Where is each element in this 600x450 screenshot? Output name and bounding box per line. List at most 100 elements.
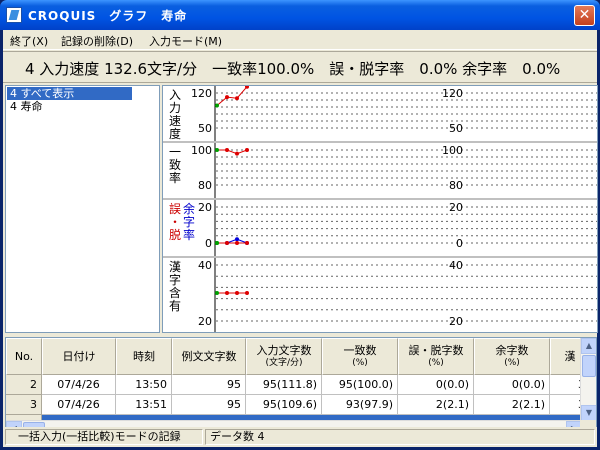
axis-label-char: 率 bbox=[169, 170, 181, 185]
menu-bar: 終了(X) 記録の削除(D) 入力モード(M) bbox=[3, 30, 597, 50]
axis-label-char: 有 bbox=[169, 299, 181, 313]
title-bar[interactable]: CROQUIS グラフ 寿命 ✕ bbox=[0, 0, 600, 30]
y-tick-label-right: 120 bbox=[442, 87, 463, 100]
axis-label-char: 字 bbox=[169, 272, 181, 287]
y-tick-label-right: 0 bbox=[456, 237, 463, 250]
col-header[interactable]: 入力文字数 (文字/分) bbox=[246, 338, 322, 375]
col-header-label: 入力文字数 bbox=[256, 343, 312, 357]
vertical-scrollbar[interactable]: ▲ ▼ bbox=[580, 338, 596, 421]
data-point bbox=[225, 148, 229, 152]
axis-label-char: ・ bbox=[169, 215, 181, 229]
col-header[interactable]: 一致数 (%) bbox=[322, 338, 398, 375]
col-header-label: 時刻 bbox=[133, 349, 155, 363]
graphs-svg: 1205012050入力速度1008010080一致率200200誤・脱余字率4… bbox=[163, 86, 597, 332]
y-tick-label: 120 bbox=[191, 87, 212, 100]
col-header-sub: (%) bbox=[352, 357, 368, 368]
col-header[interactable]: 誤・脱字数 (%) bbox=[398, 338, 474, 375]
data-point bbox=[225, 241, 229, 245]
cell-input: 95(109.6) bbox=[246, 395, 322, 415]
data-point bbox=[235, 237, 239, 242]
series-line bbox=[217, 238, 248, 244]
list-item-all[interactable]: 4 すべて表示 bbox=[7, 87, 132, 100]
data-point bbox=[235, 96, 239, 101]
col-header-label: 一致数 bbox=[343, 343, 377, 357]
app-icon bbox=[6, 7, 22, 23]
menu-delete-record[interactable]: 記録の削除(D) bbox=[61, 33, 133, 49]
data-point bbox=[245, 241, 249, 245]
menu-exit[interactable]: 終了(X) bbox=[10, 33, 48, 49]
y-tick-label-right: 20 bbox=[449, 315, 463, 328]
records-table: No. 日付け 時刻 例文文字数 入力文字数 (文字/分) 一致数 (%) 誤・脱字… bbox=[5, 337, 597, 437]
axis-label-char: 速 bbox=[169, 114, 181, 128]
client-area: 終了(X) 記録の削除(D) 入力モード(M) 4 入力速度 132.6文字/分… bbox=[3, 30, 598, 447]
y-tick-label: 50 bbox=[198, 122, 212, 135]
data-point bbox=[215, 291, 219, 295]
cell-extra: 0(0.0) bbox=[474, 375, 550, 395]
axis-label-char: 脱 bbox=[169, 227, 181, 242]
y-tick-label-right: 20 bbox=[449, 201, 463, 214]
axis-label-char: 率 bbox=[183, 227, 195, 242]
table-header: No. 日付け 時刻 例文文字数 入力文字数 (文字/分) 一致数 (%) 誤・脱字… bbox=[6, 338, 590, 375]
axis-label-char: 度 bbox=[169, 126, 181, 141]
cell-chars: 95 bbox=[172, 375, 246, 395]
cell-date: 07/4/26 bbox=[42, 375, 116, 395]
col-header-sub: (%) bbox=[504, 357, 520, 368]
series-line bbox=[216, 86, 248, 106]
col-header[interactable]: 時刻 bbox=[116, 338, 172, 375]
col-header[interactable]: 余字数 (%) bbox=[474, 338, 550, 375]
cell-error: 0(0.0) bbox=[398, 375, 474, 395]
cell-match: 95(100.0) bbox=[322, 375, 398, 395]
col-header-label: 誤・脱字数 bbox=[408, 343, 464, 357]
y-tick-label: 20 bbox=[198, 201, 212, 214]
data-point bbox=[225, 291, 229, 295]
stats-text: 4 入力速度 132.6文字/分 一致率100.0% 誤・脱字率 0.0% 余字… bbox=[25, 60, 561, 78]
axis-label-char: 漢 bbox=[169, 260, 181, 274]
data-point bbox=[235, 151, 239, 156]
y-tick-label: 40 bbox=[198, 259, 212, 272]
menu-input-mode[interactable]: 入力モード(M) bbox=[149, 33, 222, 49]
col-header-label: 例文文字数 bbox=[181, 349, 237, 363]
col-header-label: 余字数 bbox=[495, 343, 529, 357]
data-point bbox=[215, 241, 219, 245]
cell-error: 2(2.1) bbox=[398, 395, 474, 415]
y-tick-label: 20 bbox=[198, 315, 212, 328]
status-mode: 一括入力(一括比較)モードの記録 bbox=[5, 429, 203, 445]
status-count: データ数 4 bbox=[205, 429, 595, 445]
cell-extra: 2(2.1) bbox=[474, 395, 550, 415]
cell-no: 2 bbox=[6, 375, 42, 395]
y-tick-label-right: 50 bbox=[449, 122, 463, 135]
graph-pane: 120 50 120 50 入力速度 100 80 100 80 一致率 20 0 20 0 誤・脱余字率 4… bbox=[162, 85, 598, 333]
y-tick-label-right: 80 bbox=[449, 179, 463, 192]
y-tick-label-right: 40 bbox=[449, 259, 463, 272]
scroll-down-icon[interactable]: ▼ bbox=[581, 405, 596, 421]
axis-label-char: 含 bbox=[169, 285, 181, 300]
vertical-scroll-thumb[interactable] bbox=[582, 355, 596, 377]
stats-bar: 4 入力速度 132.6文字/分 一致率100.0% 誤・脱字率 0.0% 余字… bbox=[3, 51, 597, 83]
data-point bbox=[235, 291, 239, 295]
list-item-jumyou[interactable]: 4 寿命 bbox=[7, 100, 43, 113]
scroll-up-icon[interactable]: ▲ bbox=[581, 338, 596, 354]
col-header-label: 日付け bbox=[62, 349, 96, 363]
axis-label-char: 入 bbox=[169, 88, 181, 102]
axis-label-char: 致 bbox=[169, 158, 181, 172]
col-header[interactable]: 日付け bbox=[42, 338, 116, 375]
cell-date: 07/4/26 bbox=[42, 395, 116, 415]
col-header-sub: (文字/分) bbox=[265, 357, 303, 368]
cell-time: 13:50 bbox=[116, 375, 172, 395]
close-button[interactable]: ✕ bbox=[574, 5, 595, 26]
y-tick-label: 80 bbox=[198, 179, 212, 192]
data-point bbox=[245, 291, 249, 295]
col-header-label: No. bbox=[14, 349, 34, 363]
col-header[interactable]: 例文文字数 bbox=[172, 338, 246, 375]
record-list: 4 すべて表示 4 寿命 bbox=[5, 85, 160, 333]
axis-label-char: 余 bbox=[183, 201, 195, 216]
col-header-label: 漢 bbox=[564, 349, 576, 363]
status-bar: 一括入力(一括比較)モードの記録 データ数 4 bbox=[3, 427, 597, 447]
window-title: CROQUIS グラフ 寿命 bbox=[28, 9, 188, 23]
col-header-sub: (%) bbox=[428, 357, 444, 368]
table-row[interactable]: 2 07/4/26 13:50 95 95(111.8) 95(100.0) 0… bbox=[6, 375, 590, 395]
col-header[interactable]: No. bbox=[6, 338, 42, 375]
app-window: CROQUIS グラフ 寿命 ✕ 終了(X) 記録の削除(D) 入力モード(M)… bbox=[0, 0, 600, 450]
table-row[interactable]: 3 07/4/26 13:51 95 95(109.6) 93(97.9) 2(… bbox=[6, 395, 590, 415]
data-point bbox=[235, 241, 239, 245]
